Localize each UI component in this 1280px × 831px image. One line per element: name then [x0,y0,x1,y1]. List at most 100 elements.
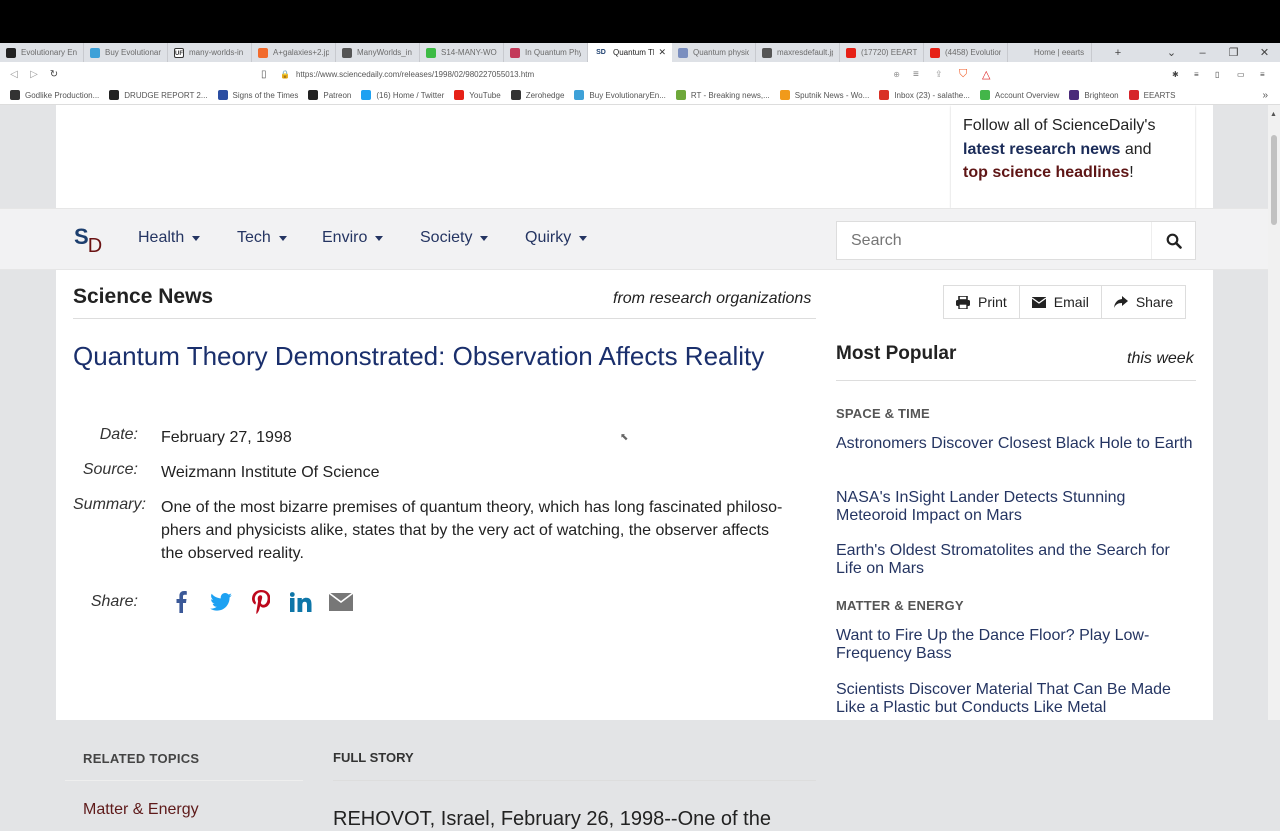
browser-tab[interactable]: Buy Evolutionar [84,43,168,62]
close-window-button[interactable]: ✕ [1249,46,1280,59]
scroll-up-arrow-icon[interactable]: ▲ [1270,111,1277,118]
bookmark-item[interactable]: RT - Breaking news,... [675,90,770,100]
globe-icon [342,47,352,58]
search-button[interactable] [1151,222,1195,259]
facebook-icon[interactable] [161,590,201,614]
bookmark-item[interactable]: Brighteon [1069,90,1119,100]
browser-tab[interactable]: UF many-worlds-in [168,43,252,62]
tab-title: Buy Evolutionar [105,48,161,57]
most-popular-period: this week [1127,350,1194,367]
browser-tab[interactable]: S14-MANY-WO [420,43,504,62]
bookmark-item[interactable]: Buy EvolutionaryEn... [574,90,666,100]
linkedin-icon[interactable] [281,590,321,614]
bookmark-icon[interactable]: ▯ [261,69,267,80]
blogger-icon [258,47,268,58]
browser-tab[interactable]: In Quantum Phy [504,43,588,62]
bookmark-favicon-icon [979,90,990,100]
bookmark-item[interactable]: Godlike Production... [10,90,99,100]
browser-tab[interactable]: A+galaxies+2.jp [252,43,336,62]
brave-rewards-icon[interactable]: △ [982,68,990,81]
bookmark-item[interactable]: Sputnik News - Wo... [779,90,869,100]
share-page-icon[interactable]: ⇪ [935,69,943,80]
sciencedaily-logo[interactable]: SD [74,224,102,257]
url-field[interactable]: 🔒 https://www.sciencedaily.com/releases/… [280,65,910,83]
popular-link[interactable]: Scientists Discover Material That Can Be… [836,681,1196,717]
bookmark-item[interactable]: DRUDGE REPORT 2... [109,90,208,100]
browser-tab[interactable]: (17720) EEARTS [840,43,924,62]
most-popular-heading: Most Popular [836,343,957,364]
twitter-icon[interactable] [201,590,241,614]
forward-button[interactable]: ▷ [24,69,44,80]
bookmark-item[interactable]: YouTube [454,90,501,100]
browser-tab[interactable]: Evolutionary Ent [0,43,84,62]
page-scrollbar[interactable]: ▲ [1268,105,1280,720]
bookmark-favicon-icon [879,90,890,100]
bookmark-favicon-icon [217,90,228,100]
popular-link[interactable]: NASA's InSight Lander Detects Stunning M… [836,489,1196,525]
top-science-headlines-link[interactable]: top science headlines [963,164,1129,181]
main-content: Science News from research organizations… [56,270,1213,830]
pinterest-icon[interactable] [241,590,281,614]
scrollbar-thumb[interactable] [1271,135,1277,225]
extensions-icon[interactable]: ✱ [1172,70,1179,79]
nav-quirky[interactable]: Quirky [525,229,588,247]
nav-health[interactable]: Health [138,229,201,247]
popular-link[interactable]: Want to Fire Up the Dance Floor? Play Lo… [836,627,1196,663]
tab-list-chevron-icon[interactable]: ⌄ [1156,46,1187,59]
email-label: Email [1053,294,1089,310]
sidebar-icon[interactable]: ▯ [1215,70,1219,79]
search-input[interactable] [837,222,1151,259]
bookmark-item[interactable]: Signs of the Times [217,90,298,100]
brave-shield-icon[interactable]: ⛉ [959,68,967,81]
bookmark-label: Zerohedge [525,90,565,100]
bookmarks-overflow-button[interactable]: » [1262,90,1268,101]
bookmark-item[interactable]: Inbox (23) - salathe... [879,90,970,100]
close-tab-icon[interactable]: ✕ [658,47,666,58]
browser-tab[interactable]: maxresdefault.jp [756,43,840,62]
source-row: Source: Weizmann Institute Of Science [73,461,801,484]
reload-button[interactable]: ↻ [44,69,64,80]
playlist-icon[interactable]: ≡ [1194,70,1199,79]
share-button[interactable]: Share [1102,286,1185,318]
browser-tab[interactable]: (4458) Evolution [924,43,1008,62]
bookmark-favicon-icon [675,90,686,100]
bookmark-item[interactable]: Patreon [308,90,351,100]
browser-tab[interactable]: ManyWorlds_in [336,43,420,62]
print-button[interactable]: Print [944,286,1020,318]
bookmark-item[interactable]: Zerohedge [510,90,565,100]
wallet-icon[interactable]: ▭ [1237,70,1245,79]
summary-value: One of the most bizarre premises of quan… [161,499,783,562]
menu-icon[interactable]: ≡ [1260,70,1265,79]
reader-mode-icon[interactable]: ≡ [913,69,919,80]
site-navbar: SD Health Tech Enviro Society Quirky [0,208,1268,270]
bookmark-label: Account Overview [994,90,1060,100]
bookmark-item[interactable]: EEARTS [1128,90,1175,100]
follow-text: Follow all of ScienceDaily's [963,117,1156,134]
nav-tech[interactable]: Tech [237,229,287,247]
back-button[interactable]: ◁ [4,69,24,80]
minimize-button[interactable]: – [1187,47,1218,59]
nav-society[interactable]: Society [420,229,489,247]
popular-link[interactable]: Earth's Oldest Stromatolites and the Sea… [836,542,1196,578]
browser-tab[interactable]: SD Quantum Th ✕ [588,43,672,62]
envelope-icon [1031,296,1046,308]
related-topic-link[interactable]: Matter & Energy [83,801,199,819]
tab-title: Evolutionary Ent [21,48,77,57]
email-button[interactable]: Email [1020,286,1102,318]
zoom-icon[interactable]: ⊕ [893,70,900,79]
nav-enviro[interactable]: Enviro [322,229,384,247]
tab-title: Home | eearts [1034,48,1085,57]
bookmark-item[interactable]: (16) Home / Twitter [361,90,444,100]
latest-research-news-link[interactable]: latest research news [963,141,1120,158]
url-text[interactable]: https://www.sciencedaily.com/releases/19… [296,70,534,79]
tab-title: In Quantum Phy [525,48,581,57]
tab-title: maxresdefault.jp [777,48,833,57]
tab-title: many-worlds-in [189,48,244,57]
bookmark-item[interactable]: Account Overview [979,90,1060,100]
new-tab-button[interactable]: + [1108,47,1128,59]
browser-tab[interactable]: Quantum physic [672,43,756,62]
email-share-icon[interactable] [321,590,361,614]
popular-link[interactable]: Astronomers Discover Closest Black Hole … [836,435,1196,453]
restore-button[interactable]: ❐ [1218,46,1249,59]
browser-tab[interactable]: Home | eearts [1008,43,1092,62]
